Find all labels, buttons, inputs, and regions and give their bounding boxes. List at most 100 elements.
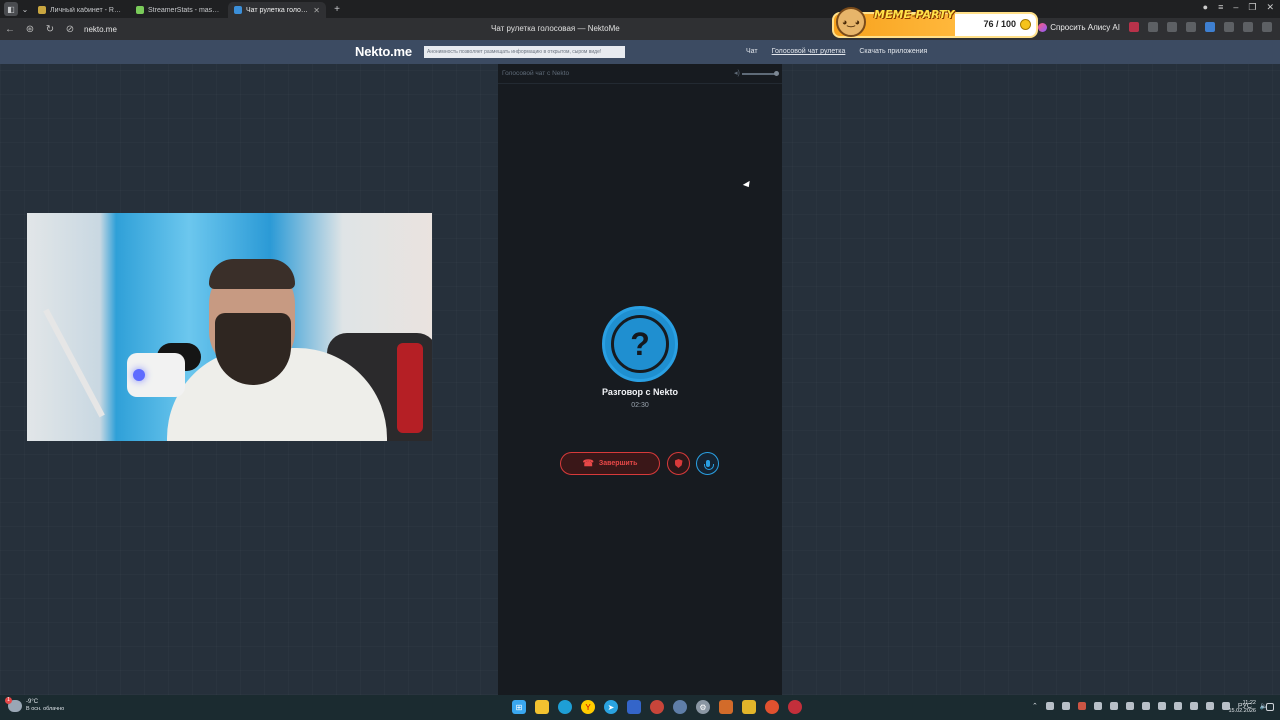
end-call-button[interactable]: ☎ Завершить xyxy=(560,452,660,475)
tray-chevron-icon[interactable]: ⌃ xyxy=(1032,702,1038,710)
site-header: Nekto.me Анонимность позволяет размещать… xyxy=(0,40,1280,64)
app-red-icon[interactable] xyxy=(650,700,664,714)
meme-party-title: MEME-PARTY xyxy=(874,8,955,21)
tab-nekto-active[interactable]: Чат рулетка голосовая ✕ xyxy=(228,2,326,18)
tray-app-icon[interactable] xyxy=(1093,702,1102,710)
tab-title: StreamerStats - masadaa xyxy=(148,6,222,14)
window-controls: ● ≡ – ❐ ✕ xyxy=(1203,2,1274,13)
weather-widget[interactable]: 1 -9°C В осн. облачно xyxy=(5,697,65,713)
nav-chat[interactable]: Чат xyxy=(746,48,758,55)
back-icon[interactable]: ← xyxy=(0,24,20,35)
file-explorer-icon[interactable] xyxy=(535,700,549,714)
app-blue-icon[interactable] xyxy=(627,700,641,714)
end-call-label: Завершить xyxy=(598,460,638,467)
tab-title: Чат рулетка голосовая xyxy=(246,6,309,14)
tray-app-icon[interactable] xyxy=(1061,702,1070,710)
tray-app-icon[interactable] xyxy=(1141,702,1150,710)
meme-party-score: 76 / 100 xyxy=(983,19,1016,29)
site-info-icon[interactable]: ⊘ xyxy=(60,24,80,35)
browser-tab-bar: ◧ ⌄ Личный кабинет - Rampa StreamerStats… xyxy=(0,0,1280,18)
notifications-icon[interactable] xyxy=(1266,703,1274,711)
taskbar-apps: ⊞ Y ➤ ⚙ xyxy=(512,700,802,714)
meme-party-widget: ◕‿◕ MEME-PARTY 76 / 100 xyxy=(832,7,1038,38)
site-nav: Чат Голосовой чат рулетка Скачать прилож… xyxy=(746,48,927,55)
clock-time: 11:22 xyxy=(1242,700,1256,706)
coin-icon xyxy=(1020,19,1031,30)
anon-notice: Анонимность позволяет размещать информац… xyxy=(424,46,625,58)
windows-start-icon[interactable]: ⊞ xyxy=(512,700,526,714)
site-logo[interactable]: Nekto.me xyxy=(355,44,412,59)
report-button[interactable] xyxy=(667,452,690,475)
edge-icon[interactable] xyxy=(558,700,572,714)
call-timer: 02:30 xyxy=(631,402,649,409)
minimize-icon[interactable]: – xyxy=(1233,2,1238,13)
volume-icon[interactable]: ◂) xyxy=(734,69,740,77)
reload-icon[interactable]: ↻ xyxy=(40,24,60,35)
tray-app-icon[interactable] xyxy=(1173,702,1182,710)
download-icon[interactable] xyxy=(1262,22,1272,32)
tray-app-icon[interactable] xyxy=(1077,702,1086,710)
app-yellow-icon[interactable] xyxy=(742,700,756,714)
tray-app-icon[interactable] xyxy=(1205,702,1214,710)
mute-microphone-button[interactable] xyxy=(696,452,719,475)
tray-app-icon[interactable] xyxy=(1189,702,1198,710)
extension-icon[interactable] xyxy=(1186,22,1196,32)
telegram-icon[interactable]: ➤ xyxy=(604,700,618,714)
tab-favicon-icon xyxy=(136,6,144,14)
tab-close-icon[interactable]: ✕ xyxy=(313,6,320,15)
extension-icon[interactable] xyxy=(1148,22,1158,32)
tab-title: Личный кабинет - Rampa xyxy=(50,6,124,14)
puzzle-icon[interactable] xyxy=(1224,22,1234,32)
taskbar: 1 -9°C В осн. облачно ⊞ Y ➤ ⚙ ⌃ РУС 🔈 11… xyxy=(0,695,1280,720)
volume-slider-handle[interactable] xyxy=(774,71,779,76)
nav-download-apps[interactable]: Скачать приложения xyxy=(859,48,927,55)
weather-desc: В осн. облачно xyxy=(26,706,65,712)
app-fire-icon[interactable] xyxy=(765,700,779,714)
chat-panel-header: Голосовой чат с Nekto ◂) xyxy=(498,64,782,84)
nav-voice-chat[interactable]: Голосовой чат рулетка xyxy=(772,48,846,55)
conversation-title: Разговор с Nekto xyxy=(601,387,679,397)
extension-icon[interactable] xyxy=(1167,22,1177,32)
extension-icon[interactable] xyxy=(1129,22,1139,32)
chat-panel-title: Голосовой чат с Nekto xyxy=(502,70,570,77)
shield-icon xyxy=(674,459,683,468)
browser-menu-icon[interactable]: ◧ xyxy=(4,2,18,16)
tab-favicon-icon xyxy=(38,6,46,14)
clock-date: 15.02.2026 xyxy=(1228,708,1256,714)
restore-icon[interactable]: ❐ xyxy=(1248,2,1256,13)
browser-toolbar: Спросить Алису AI xyxy=(1038,22,1272,32)
profile-icon[interactable]: ● xyxy=(1203,2,1208,13)
collections-icon[interactable] xyxy=(1243,22,1253,32)
app-orange-icon[interactable] xyxy=(719,700,733,714)
tabs-dropdown-icon[interactable]: ⌄ xyxy=(18,2,32,16)
menu-icon[interactable]: ≡ xyxy=(1218,2,1223,13)
chair-accent xyxy=(397,343,423,433)
new-tab-icon[interactable]: + xyxy=(330,2,344,16)
settings-icon[interactable]: ⚙ xyxy=(696,700,710,714)
voice-chat-panel: Голосовой чат с Nekto ◂) ? Разговор с Ne… xyxy=(498,64,782,695)
alice-icon xyxy=(1038,22,1048,32)
taskbar-clock[interactable]: 11:22 15.02.2026 xyxy=(1228,699,1256,715)
close-window-icon[interactable]: ✕ xyxy=(1266,2,1274,13)
microphone-led xyxy=(133,369,145,381)
tray-app-icon[interactable] xyxy=(1109,702,1118,710)
url-field[interactable]: nekto.me xyxy=(84,25,117,34)
volume-slider[interactable] xyxy=(742,73,776,75)
app-light-icon[interactable] xyxy=(673,700,687,714)
tray-app-icon[interactable] xyxy=(1045,702,1054,710)
tray-app-icon[interactable] xyxy=(1125,702,1134,710)
tray-app-icon[interactable] xyxy=(1157,702,1166,710)
protect-icon[interactable]: ⊛ xyxy=(20,24,40,35)
weather-badge: 1 xyxy=(5,697,12,704)
tab-streamerstats[interactable]: StreamerStats - masadaa xyxy=(130,2,228,18)
tab-favicon-icon xyxy=(234,6,242,14)
ask-alice-label: Спросить Алису AI xyxy=(1050,22,1120,32)
address-bar: ← ⊛ ↻ ⊘ nekto.me Чат рулетка голосовая —… xyxy=(0,18,1280,40)
app-rec-icon[interactable] xyxy=(788,700,802,714)
ask-alice-button[interactable]: Спросить Алису AI xyxy=(1038,22,1120,32)
tab-rampa[interactable]: Личный кабинет - Rampa xyxy=(32,2,130,18)
extension-icon[interactable] xyxy=(1205,22,1215,32)
yandex-browser-icon[interactable]: Y xyxy=(581,700,595,714)
microphone-icon xyxy=(703,460,714,470)
weather-temp: -9°C xyxy=(26,699,39,705)
